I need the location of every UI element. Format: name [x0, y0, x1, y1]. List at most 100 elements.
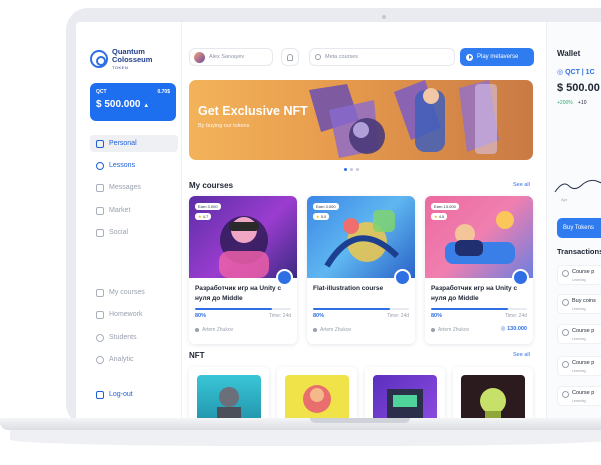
transaction-sub: Learning	[572, 337, 586, 341]
course-progress-label: 80%	[195, 313, 207, 319]
sidebar-item-social[interactable]: Social	[90, 224, 178, 241]
search-input[interactable]: Meta courses	[309, 48, 455, 66]
bell-icon	[287, 53, 293, 61]
course-progress-bar	[431, 308, 527, 310]
banner-pagination	[344, 168, 359, 171]
chat-icon	[96, 183, 104, 192]
coin-icon: ◎	[500, 326, 506, 332]
author-name: Artem Zhukov	[202, 327, 234, 333]
camera-icon	[382, 15, 386, 19]
courses-icon	[96, 288, 104, 297]
balance-rate: 0.70$	[157, 89, 170, 95]
course-card[interactable]: Earn 3.000 ★ 5.0 Flat-illustration cours…	[307, 196, 415, 344]
nft-illustration	[303, 385, 331, 413]
sidebar-item-lessons[interactable]: Lessons	[90, 157, 178, 174]
transaction-label: Course p	[572, 328, 595, 334]
course-time: Time: 24d	[268, 313, 291, 319]
sidebar-item-personal[interactable]: Personal	[90, 135, 178, 152]
course-progress-fill	[195, 308, 272, 310]
banner-title: Get Exclusive NFT	[198, 104, 308, 118]
course-progress-label: 80%	[431, 313, 443, 319]
buy-tokens-button[interactable]: Buy Tokens	[557, 218, 601, 238]
sidebar-item-label: Students	[109, 334, 137, 341]
play-metaverse-label: Play metaverse	[477, 54, 519, 60]
courses-section-title: My courses	[189, 181, 234, 190]
nft-card[interactable]	[189, 367, 269, 418]
rating-value: 4.7	[202, 214, 209, 219]
wallet-amount: $ 500.00	[557, 82, 600, 94]
sidebar-item-label: Social	[109, 229, 129, 236]
pagination-dot[interactable]	[350, 168, 353, 171]
brand-line3: TOKEN	[112, 65, 129, 70]
wallet-chart-label: Apr	[561, 197, 568, 202]
logout-button[interactable]: Log-out	[90, 386, 178, 403]
notifications-button[interactable]	[281, 48, 299, 66]
sidebar: Quantum Colosseum TOKEN QCT 0.70$ $ 500.…	[76, 22, 182, 418]
course-progress-label: 80%	[313, 313, 325, 319]
promo-banner[interactable]: Get Exclusive NFT By buying our tokens	[189, 80, 533, 160]
transactions-title: Transactions	[557, 247, 601, 256]
wallet-change: +200%	[557, 100, 573, 106]
course-time: Time: 24d	[504, 313, 527, 319]
course-card[interactable]: Earn 3.000 ★ 4.7 Разработчик игр на Unit…	[189, 196, 297, 344]
sidebar-item-my-courses[interactable]: My courses	[90, 284, 178, 301]
students-icon	[96, 333, 104, 342]
search-icon	[315, 54, 321, 60]
nft-image	[461, 375, 525, 418]
sidebar-item-market[interactable]: Market	[90, 202, 178, 219]
course-time: Time: 24d	[386, 313, 409, 319]
transaction-icon	[562, 270, 569, 277]
user-menu[interactable]: Alex Sarvayev	[189, 48, 273, 66]
balance-card[interactable]: QCT 0.70$ $ 500.000 ▲	[90, 83, 176, 121]
pagination-dot[interactable]	[356, 168, 359, 171]
course-title: Разработчик игр на Unity с нуля до Middl…	[431, 285, 518, 302]
logout-icon	[96, 390, 104, 399]
course-card[interactable]: Earn 13.000 ★ 4.5 Разработчик игр на Uni…	[425, 196, 533, 344]
earn-badge: Earn 3.000	[313, 203, 339, 210]
courses-see-all-link[interactable]: See all	[513, 182, 530, 188]
transaction-item[interactable]: Course p Learning	[557, 356, 601, 376]
avatar	[194, 51, 205, 63]
banner-illustration	[309, 80, 499, 158]
nft-card[interactable]	[453, 367, 533, 418]
sidebar-item-students[interactable]: Students	[90, 329, 178, 346]
laptop-notch	[310, 418, 410, 423]
rating-value: 4.5	[438, 214, 445, 219]
sidebar-item-label: My courses	[109, 289, 145, 296]
nft-card[interactable]	[277, 367, 357, 418]
person-icon	[313, 328, 317, 332]
coin-icon: ◎	[557, 69, 564, 76]
sidebar-item-messages[interactable]: Messages	[90, 179, 178, 196]
transaction-sub: Learning	[572, 278, 586, 282]
logout-label: Log-out	[109, 391, 133, 398]
pagination-dot[interactable]	[344, 168, 347, 171]
transaction-label: Course p	[572, 360, 595, 366]
earn-badge: Earn 13.000	[431, 203, 459, 210]
sidebar-item-homework[interactable]: Homework	[90, 306, 178, 323]
transaction-sub: Learning	[572, 369, 586, 373]
balance-currency: QCT	[96, 89, 107, 95]
nft-image	[285, 375, 349, 418]
course-price-value: 130.000	[507, 326, 527, 332]
transaction-label: Buy coins	[572, 298, 596, 304]
wallet-change-secondary: +10	[578, 100, 587, 106]
transaction-item[interactable]: Course p Learning	[557, 324, 601, 344]
course-title: Разработчик игр на Unity с нуля до Middl…	[195, 285, 282, 302]
transaction-item[interactable]: Course p Learning	[557, 386, 601, 406]
sidebar-item-label: Homework	[109, 311, 143, 318]
nft-card[interactable]	[365, 367, 445, 418]
rating-value: 5.0	[320, 214, 327, 219]
banner-subtitle: By buying our tokens	[198, 123, 250, 129]
wallet-title: Wallet	[557, 49, 581, 58]
nft-see-all-link[interactable]: See all	[513, 352, 530, 358]
wallet-currency: ◎ QCT | 1C	[557, 68, 595, 76]
transaction-item[interactable]: Buy coins Learning	[557, 294, 601, 314]
sidebar-item-label: Messages	[109, 184, 141, 191]
course-author: Artem Zhukov	[313, 327, 351, 333]
star-icon: ★	[434, 214, 438, 219]
briefcase-icon	[96, 139, 104, 148]
sidebar-item-analytic[interactable]: Analytic	[90, 351, 178, 368]
search-placeholder: Meta courses	[325, 54, 359, 60]
play-metaverse-button[interactable]: Play metaverse	[460, 48, 534, 66]
transaction-item[interactable]: Course p Learning	[557, 265, 601, 285]
